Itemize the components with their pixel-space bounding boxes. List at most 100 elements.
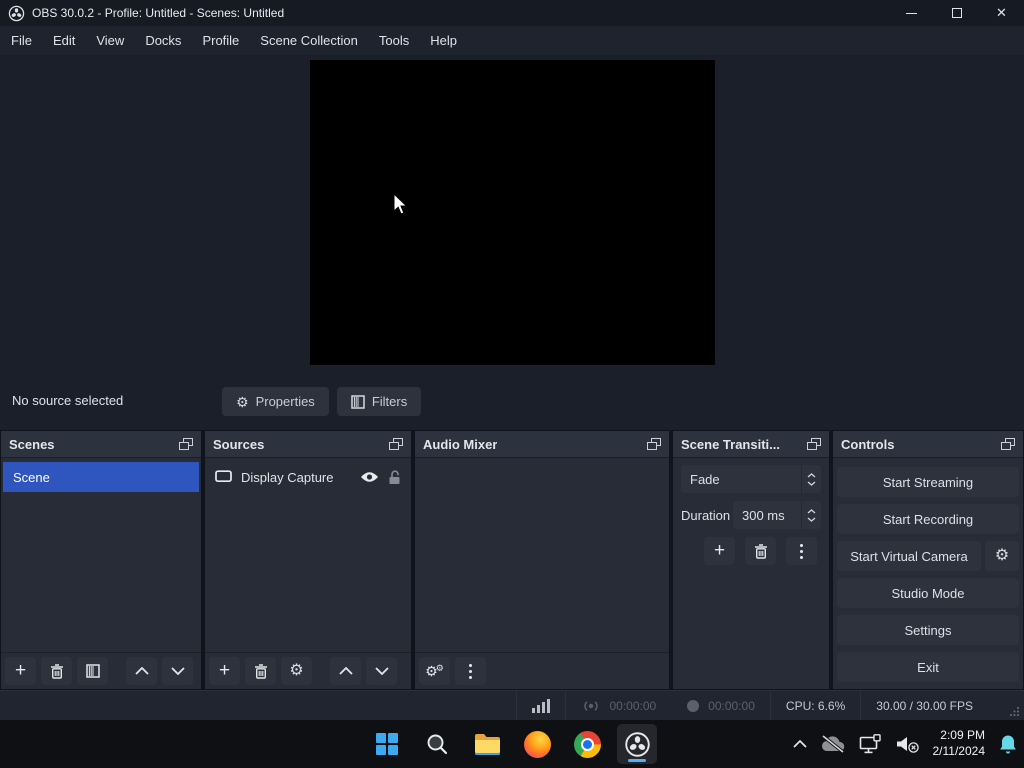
popout-icon (389, 437, 403, 450)
workspace: No source selected ⚙ Properties Filters (0, 55, 1024, 690)
network-icon[interactable] (859, 734, 883, 754)
unlock-icon[interactable] (388, 469, 401, 485)
display-icon (215, 470, 232, 483)
stream-time: 00:00:00 (609, 698, 657, 713)
firefox-button[interactable] (517, 724, 557, 764)
virtual-camera-config-button[interactable]: ⚙ (985, 541, 1019, 571)
stream-timer: 00:00:00 (566, 691, 671, 720)
move-source-down-button[interactable] (366, 657, 397, 685)
fps-indicator: 30.00 / 30.00 FPS (876, 698, 973, 713)
mouse-cursor-icon (393, 193, 408, 215)
popout-icon (647, 437, 661, 450)
transition-properties-button[interactable] (786, 537, 817, 565)
remove-source-button[interactable] (245, 657, 276, 685)
add-scene-button[interactable]: + (5, 657, 36, 685)
start-streaming-button[interactable]: Start Streaming (837, 467, 1019, 497)
source-list-item[interactable]: Display Capture (205, 462, 411, 492)
source-item-label: Display Capture (241, 469, 334, 485)
scene-filters-button[interactable] (77, 657, 108, 685)
status-bar: 00:00:00 00:00:00 CPU: 6.6% 30.00 / 30.0… (0, 690, 1024, 720)
remove-transition-button[interactable] (745, 537, 776, 565)
minimize-icon (906, 12, 917, 14)
menu-help[interactable]: Help (421, 26, 466, 55)
move-scene-down-button[interactable] (162, 657, 193, 685)
properties-label: Properties (255, 394, 315, 409)
resize-grip[interactable] (1010, 706, 1020, 716)
record-dot-icon (687, 699, 700, 712)
menu-file[interactable]: File (2, 26, 41, 55)
settings-button[interactable]: Settings (837, 615, 1019, 645)
preview-canvas[interactable] (310, 60, 715, 365)
maximize-button[interactable] (934, 0, 979, 26)
spinner-arrows-icon[interactable] (801, 465, 821, 493)
volume-muted-icon[interactable] (896, 735, 920, 753)
obs-taskbar-button[interactable] (617, 724, 657, 764)
network-status (517, 691, 565, 720)
menu-view[interactable]: View (87, 26, 133, 55)
menu-docks[interactable]: Docks (136, 26, 190, 55)
notification-bell-icon[interactable] (998, 734, 1018, 755)
file-explorer-button[interactable] (467, 724, 507, 764)
add-transition-button[interactable]: + (704, 537, 735, 565)
move-source-up-button[interactable] (330, 657, 361, 685)
source-status-text: No source selected (12, 393, 124, 408)
add-source-button[interactable]: + (209, 657, 240, 685)
trash-icon (754, 543, 767, 559)
audio-mixer-panel: Audio Mixer ⚙ ⚙ (414, 430, 670, 690)
tray-chevron-up-icon[interactable] (792, 740, 807, 748)
start-virtual-camera-button[interactable]: Start Virtual Camera (837, 541, 981, 571)
gear-icon: ⚙ (236, 393, 249, 410)
filters-button[interactable]: Filters (336, 387, 422, 416)
onedrive-offline-icon[interactable] (820, 735, 846, 753)
controls-body: Start Streaming Start Recording Start Vi… (833, 458, 1023, 689)
double-gear-icon: ⚙ ⚙ (425, 663, 444, 679)
visibility-eye-icon[interactable] (360, 471, 379, 483)
obs-logo-icon (8, 5, 25, 21)
properties-button[interactable]: ⚙ Properties (222, 387, 329, 416)
duration-spinbox[interactable]: 300 ms (733, 501, 821, 529)
chevron-down-icon (374, 667, 389, 675)
menu-bar: File Edit View Docks Profile Scene Colle… (0, 26, 1024, 55)
firefox-icon (523, 730, 551, 758)
source-properties-button[interactable]: ⚙ (281, 657, 312, 685)
scene-transitions-body: Fade Duration 300 ms + (673, 458, 829, 689)
sources-toolbar: + ⚙ (205, 652, 411, 689)
signal-bars-icon (532, 699, 551, 713)
folder-icon (474, 733, 500, 755)
search-button[interactable] (417, 724, 457, 764)
remove-scene-button[interactable] (41, 657, 72, 685)
scene-transitions-header: Scene Transiti... (673, 431, 829, 458)
taskbar-clock[interactable]: 2:09 PM 2/11/2024 (933, 728, 986, 759)
kebab-menu-icon (469, 663, 472, 679)
menu-profile[interactable]: Profile (193, 26, 248, 55)
mixer-menu-button[interactable] (455, 657, 486, 685)
start-recording-button[interactable]: Start Recording (837, 504, 1019, 534)
audio-mixer-toolbar: ⚙ ⚙ (415, 652, 669, 689)
trash-icon (50, 663, 63, 679)
scene-list-item[interactable]: Scene (3, 462, 199, 492)
spinner-arrows-icon[interactable] (801, 501, 821, 529)
audio-mixer-body (415, 458, 669, 652)
menu-edit[interactable]: Edit (44, 26, 84, 55)
close-button[interactable]: ✕ (979, 0, 1024, 26)
scenes-panel-header: Scenes (1, 431, 201, 458)
gear-icon: ⚙ (994, 547, 1010, 564)
popout-icon (807, 437, 821, 450)
start-button[interactable] (367, 724, 407, 764)
transition-select[interactable]: Fade (681, 465, 821, 493)
record-time: 00:00:00 (708, 698, 755, 713)
advanced-audio-button[interactable]: ⚙ ⚙ (419, 657, 450, 685)
scenes-toolbar: + (1, 652, 201, 689)
menu-scene-collection[interactable]: Scene Collection (251, 26, 367, 55)
chrome-button[interactable] (567, 724, 607, 764)
exit-button[interactable]: Exit (837, 652, 1019, 682)
minimize-button[interactable] (889, 0, 934, 26)
sources-panel-title: Sources (213, 436, 265, 452)
broadcast-icon (584, 700, 599, 711)
studio-mode-button[interactable]: Studio Mode (837, 578, 1019, 608)
menu-tools[interactable]: Tools (370, 26, 418, 55)
scene-item-label: Scene (13, 469, 50, 485)
move-scene-up-button[interactable] (126, 657, 157, 685)
transition-value: Fade (690, 471, 720, 487)
kebab-menu-icon (800, 543, 803, 559)
